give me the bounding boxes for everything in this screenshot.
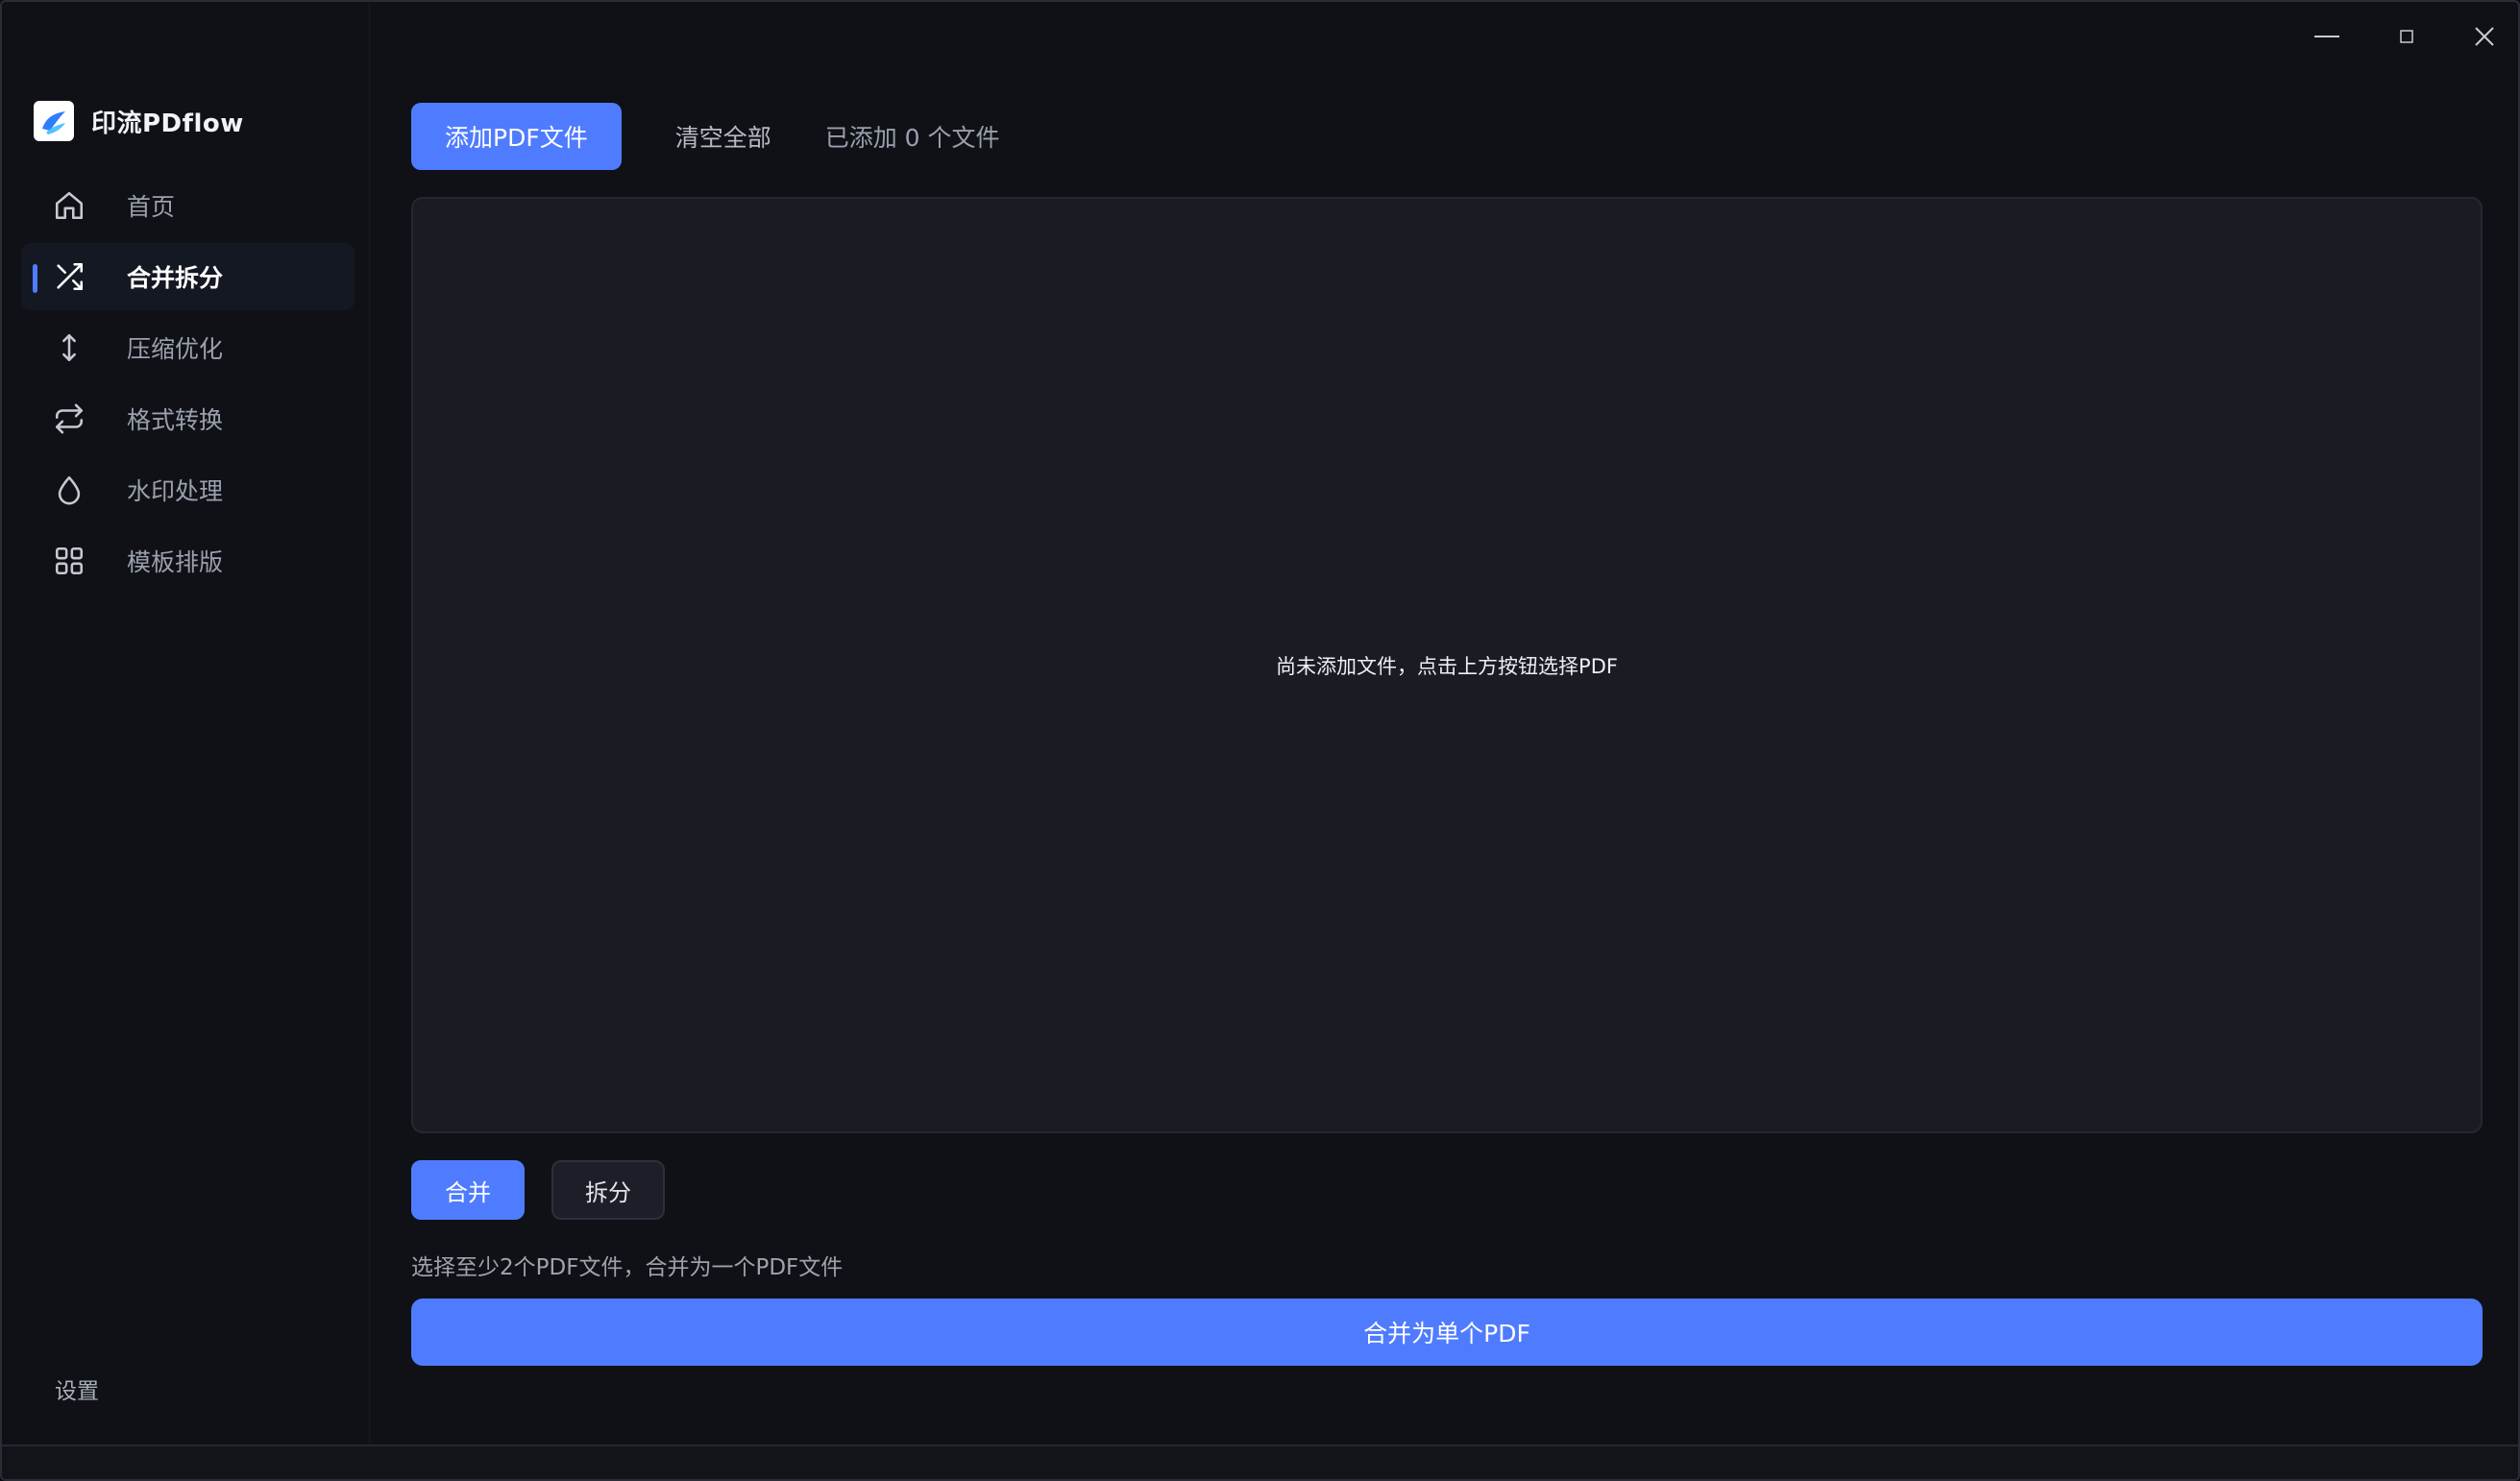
- tab-split[interactable]: 拆分: [551, 1160, 665, 1220]
- main-content: 添加PDF文件 清空全部 已添加 0 个文件 尚未添加文件，点击上方按钮选择PD…: [370, 2, 2518, 1443]
- sidebar-item-label: 压缩优化: [127, 335, 224, 363]
- droplet-icon: [50, 471, 88, 509]
- merge-action-button[interactable]: 合并为单个PDF: [411, 1299, 2483, 1366]
- toolbar: 添加PDF文件 清空全部 已添加 0 个文件: [411, 103, 1000, 170]
- mode-tabs: 合并 拆分: [411, 1160, 665, 1220]
- sidebar-nav: 首页 合并拆分 压缩优化 格式转换 水印处理 模板排版: [21, 172, 355, 598]
- logo-icon: [42, 111, 65, 134]
- status-bar: [2, 1445, 2518, 1479]
- file-list-area[interactable]: 尚未添加文件，点击上方按钮选择PDF: [411, 197, 2483, 1133]
- sidebar-item-label: 格式转换: [127, 406, 224, 434]
- sidebar-item-home[interactable]: 首页: [21, 172, 355, 239]
- sidebar-item-label: 水印处理: [127, 477, 224, 505]
- sidebar-item-template[interactable]: 模板排版: [21, 527, 355, 595]
- empty-state-text: 尚未添加文件，点击上方按钮选择PDF: [1276, 654, 1618, 678]
- sidebar-item-merge-split[interactable]: 合并拆分: [21, 243, 355, 310]
- sidebar-item-compress[interactable]: 压缩优化: [21, 314, 355, 381]
- shuffle-icon: [50, 257, 88, 296]
- app-logo: [34, 101, 74, 141]
- grid-icon: [50, 542, 88, 580]
- sidebar-item-watermark[interactable]: 水印处理: [21, 456, 355, 523]
- sidebar: 印流PDflow 首页 合并拆分 压缩优化 格式转换 水印处理 模板排版 设置: [2, 2, 370, 1443]
- mode-hint: 选择至少2个PDF文件，合并为一个PDF文件: [411, 1255, 844, 1280]
- sidebar-item-convert[interactable]: 格式转换: [21, 385, 355, 452]
- settings-link[interactable]: 设置: [55, 1372, 99, 1405]
- vertical-arrows-icon: [50, 328, 88, 367]
- sidebar-item-label: 首页: [127, 193, 176, 221]
- brand-name: 印流PDflow: [91, 109, 244, 138]
- tab-merge[interactable]: 合并: [411, 1160, 525, 1220]
- repeat-icon: [50, 400, 88, 438]
- sidebar-item-label: 合并拆分: [127, 264, 224, 292]
- brand: 印流PDflow: [34, 101, 244, 141]
- home-icon: [50, 186, 88, 225]
- app-window: 印流PDflow 首页 合并拆分 压缩优化 格式转换 水印处理 模板排版 设置 …: [0, 0, 2520, 1481]
- clear-all-button[interactable]: 清空全部: [675, 119, 771, 154]
- sidebar-item-label: 模板排版: [127, 548, 224, 576]
- add-pdf-button[interactable]: 添加PDF文件: [411, 103, 622, 170]
- file-count-text: 已添加 0 个文件: [824, 124, 1000, 152]
